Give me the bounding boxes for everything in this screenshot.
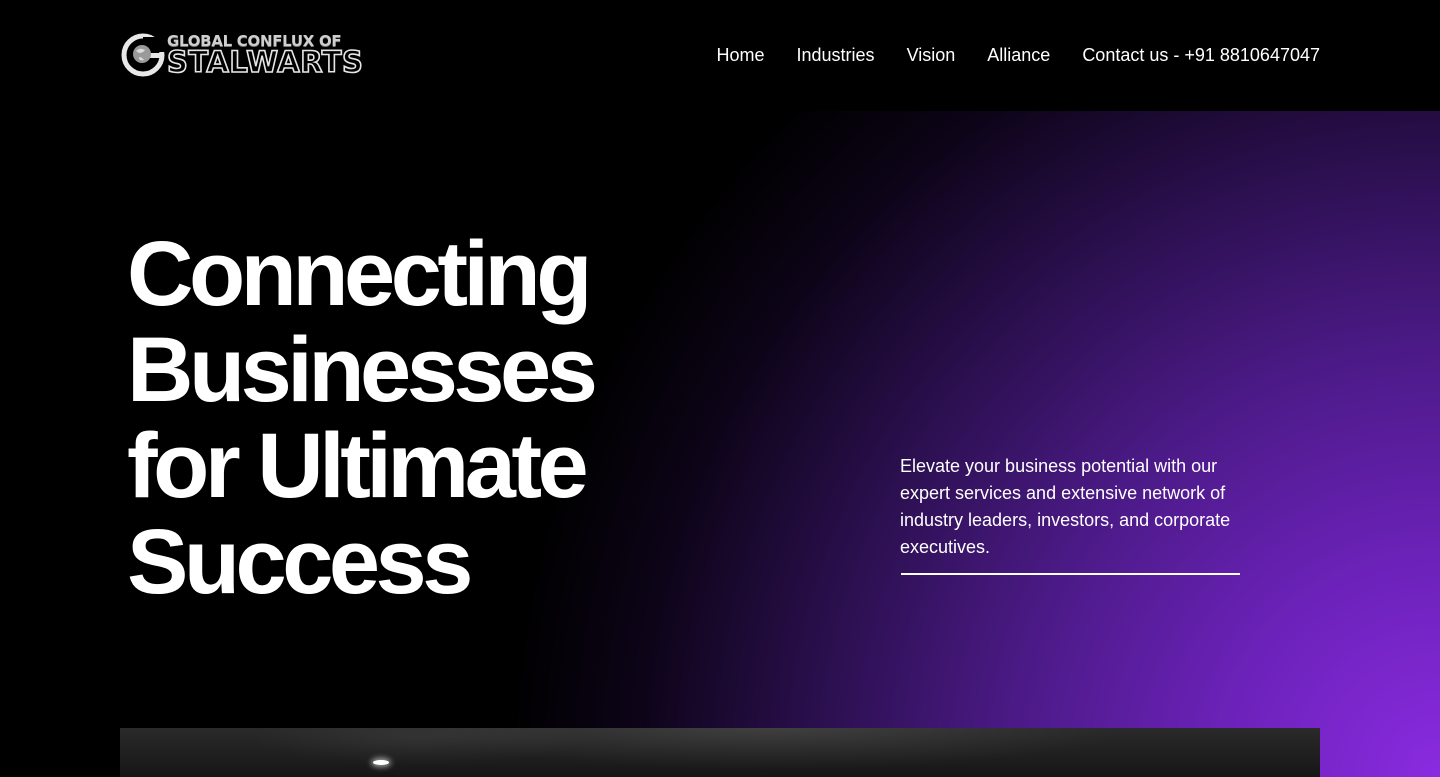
nav-contact[interactable]: Contact us - +91 8810647047 — [1082, 45, 1320, 66]
main-nav: Home Industries Vision Alliance Contact … — [717, 43, 1321, 67]
nav-alliance[interactable]: Alliance — [987, 45, 1050, 66]
nav-home[interactable]: Home — [717, 45, 765, 66]
ceiling-light — [373, 760, 389, 765]
nav-vision[interactable]: Vision — [907, 45, 956, 66]
site-header: GLOBAL CONFLUX OF STALWARTS Home Industr… — [0, 0, 1440, 111]
hero-title: Connecting Businesses for Ultimate Succe… — [127, 226, 767, 610]
hero-divider — [901, 573, 1240, 575]
nav-industries[interactable]: Industries — [797, 45, 875, 66]
logo-line2: STALWARTS — [166, 44, 364, 79]
hero-title-line-2: Businesses — [127, 319, 598, 421]
logo-text: GLOBAL CONFLUX OF STALWARTS — [166, 33, 364, 79]
hero-media-panel — [120, 728, 1320, 777]
media-texture — [120, 728, 1320, 777]
hero-title-line-3: for Ultimate — [127, 415, 589, 517]
page: GLOBAL CONFLUX OF STALWARTS Home Industr… — [0, 0, 1440, 777]
hero-description: Elevate your business potential with our… — [900, 456, 1231, 557]
globe-g-icon — [121, 33, 165, 77]
hero-title-line-1: Connecting — [127, 223, 592, 325]
logo[interactable]: GLOBAL CONFLUX OF STALWARTS — [121, 30, 373, 80]
hero-title-line-4: Success — [127, 511, 473, 613]
